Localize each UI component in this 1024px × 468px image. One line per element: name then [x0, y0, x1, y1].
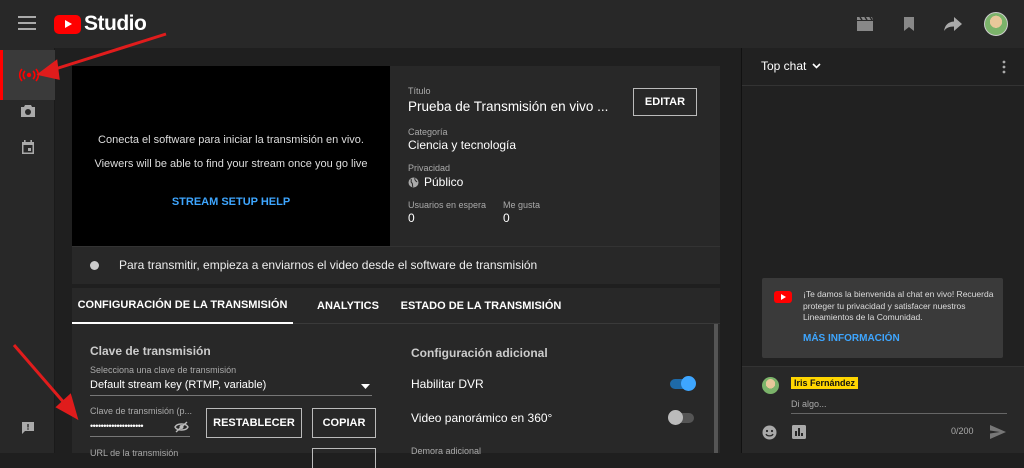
annotation-arrows — [12, 32, 167, 421]
